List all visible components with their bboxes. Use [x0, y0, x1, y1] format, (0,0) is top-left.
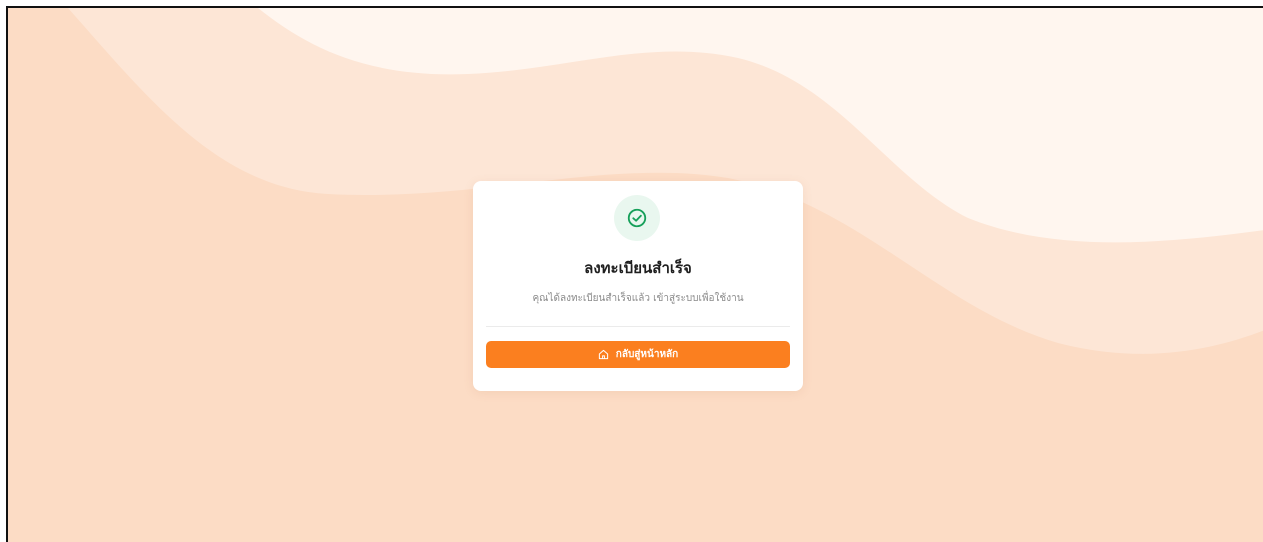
success-card: ลงทะเบียนสำเร็จ คุณได้ลงทะเบียนสำเร็จแล้…	[473, 181, 803, 391]
page-frame: ลงทะเบียนสำเร็จ คุณได้ลงทะเบียนสำเร็จแล้…	[6, 6, 1263, 542]
back-to-home-button[interactable]: กลับสู่หน้าหลัก	[486, 341, 790, 368]
home-icon	[598, 349, 610, 361]
check-circle-badge	[614, 195, 660, 241]
success-message: คุณได้ลงทะเบียนสำเร็จแล้ว เข้าสู่ระบบเพื…	[532, 293, 744, 304]
back-to-home-label: กลับสู่หน้าหลัก	[615, 349, 679, 360]
success-title: ลงทะเบียนสำเร็จ	[584, 259, 692, 277]
divider	[486, 326, 790, 327]
check-circle-icon	[627, 208, 647, 228]
